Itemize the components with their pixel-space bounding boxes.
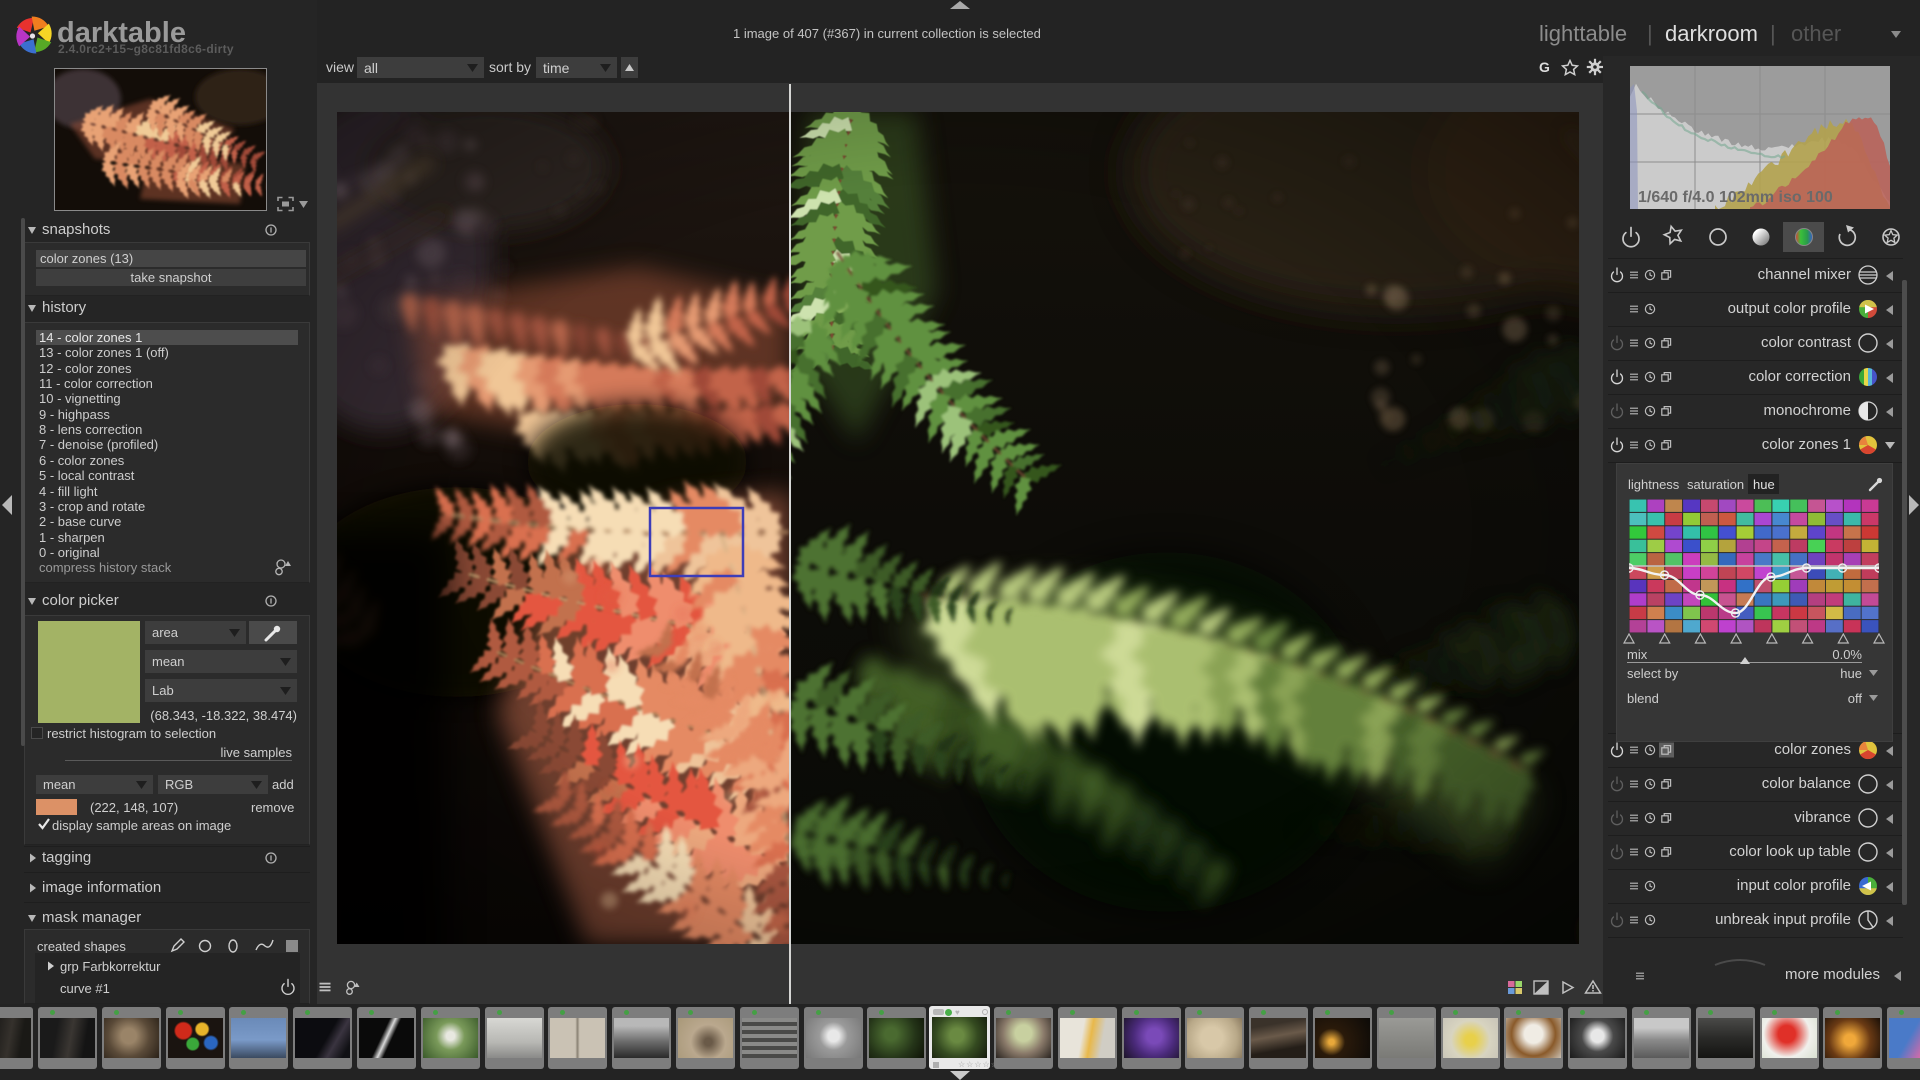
svg-text:1/640 f/4.0 102mm iso 100: 1/640 f/4.0 102mm iso 100 bbox=[1638, 189, 1833, 206]
